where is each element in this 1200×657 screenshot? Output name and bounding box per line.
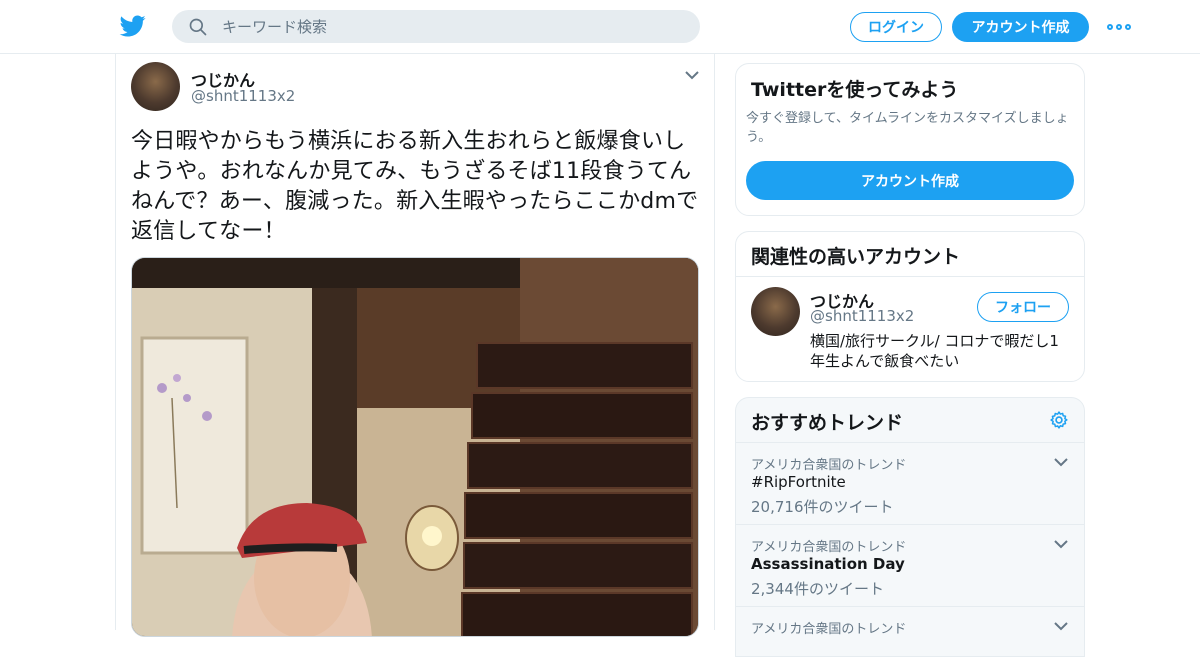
chevron-down-icon[interactable] [1054,457,1068,467]
related-accounts-header: 関連性の高いアカウント [736,232,1084,277]
tweet-text: 今日暇やからもう横浜におる新入生おれらと飯爆食いしようや。おれなんか見てみ、もう… [131,129,699,244]
trend-title[interactable]: #RipFortnite [751,473,846,491]
trend-count: 2,344件のツイート [751,580,884,598]
related-accounts-title: 関連性の高いアカウント [751,246,961,268]
signup-card-button[interactable]: アカウント作成 [746,161,1074,200]
signup-card-description: 今すぐ登録して、タイムラインをカスタマイズしましょう。 [746,111,1069,145]
trend-context: アメリカ合衆国のトレンド [751,540,907,555]
trend-context: アメリカ合衆国のトレンド [751,458,907,473]
chevron-down-icon[interactable] [685,70,699,80]
login-button[interactable]: ログイン [850,12,942,42]
trends-title: おすすめトレンド [751,412,904,434]
trend-item[interactable]: アメリカ合衆国のトレンド #RipFortnite 20,716件のツイート [736,443,1084,525]
top-navigation-bar: ログイン アカウント作成 [0,0,1200,54]
trend-title[interactable]: Assassination Day [751,555,905,573]
trend-context: アメリカ合衆国のトレンド [751,622,907,637]
avatar[interactable] [131,62,180,111]
search-input[interactable] [222,17,662,36]
signup-card-title: Twitterを使ってみよう [751,79,959,101]
avatar[interactable] [751,287,800,336]
related-account-handle[interactable]: @shnt1113x2 [810,307,914,325]
twitter-bird-icon[interactable] [119,13,147,39]
trends-header: おすすめトレンド [736,398,1084,443]
gear-icon[interactable] [1049,410,1069,430]
signup-card: Twitterを使ってみよう 今すぐ登録して、タイムラインをカスタマイズしましょ… [735,63,1085,216]
tweet-author-handle[interactable]: @shnt1113x2 [191,87,295,105]
related-accounts-card: 関連性の高いアカウント つじかん @shnt1113x2 フォロー 横国/旅行サ… [735,231,1085,382]
tweet-photo[interactable] [131,257,699,637]
signup-button[interactable]: アカウント作成 [952,12,1089,42]
trend-item[interactable]: アメリカ合衆国のトレンド Assassination Day 2,344件のツイ… [736,525,1084,607]
trend-item[interactable]: アメリカ合衆国のトレンド [736,607,1084,656]
trend-count: 20,716件のツイート [751,498,894,516]
trends-card: おすすめトレンド アメリカ合衆国のトレンド #RipFortnite 20,71… [735,397,1085,657]
tweet-column: つじかん @shnt1113x2 今日暇やからもう横浜におる新入生おれらと飯爆食… [115,54,715,637]
follow-button[interactable]: フォロー [977,292,1069,322]
search-icon [189,18,207,35]
search-box[interactable] [172,10,700,43]
chevron-down-icon[interactable] [1054,539,1068,549]
photo-illustration [132,258,698,636]
more-dots-icon[interactable] [1107,20,1131,34]
related-account-bio: 横国/旅行サークル/ コロナで暇だし1年生よんで飯食べたい [810,332,1059,370]
